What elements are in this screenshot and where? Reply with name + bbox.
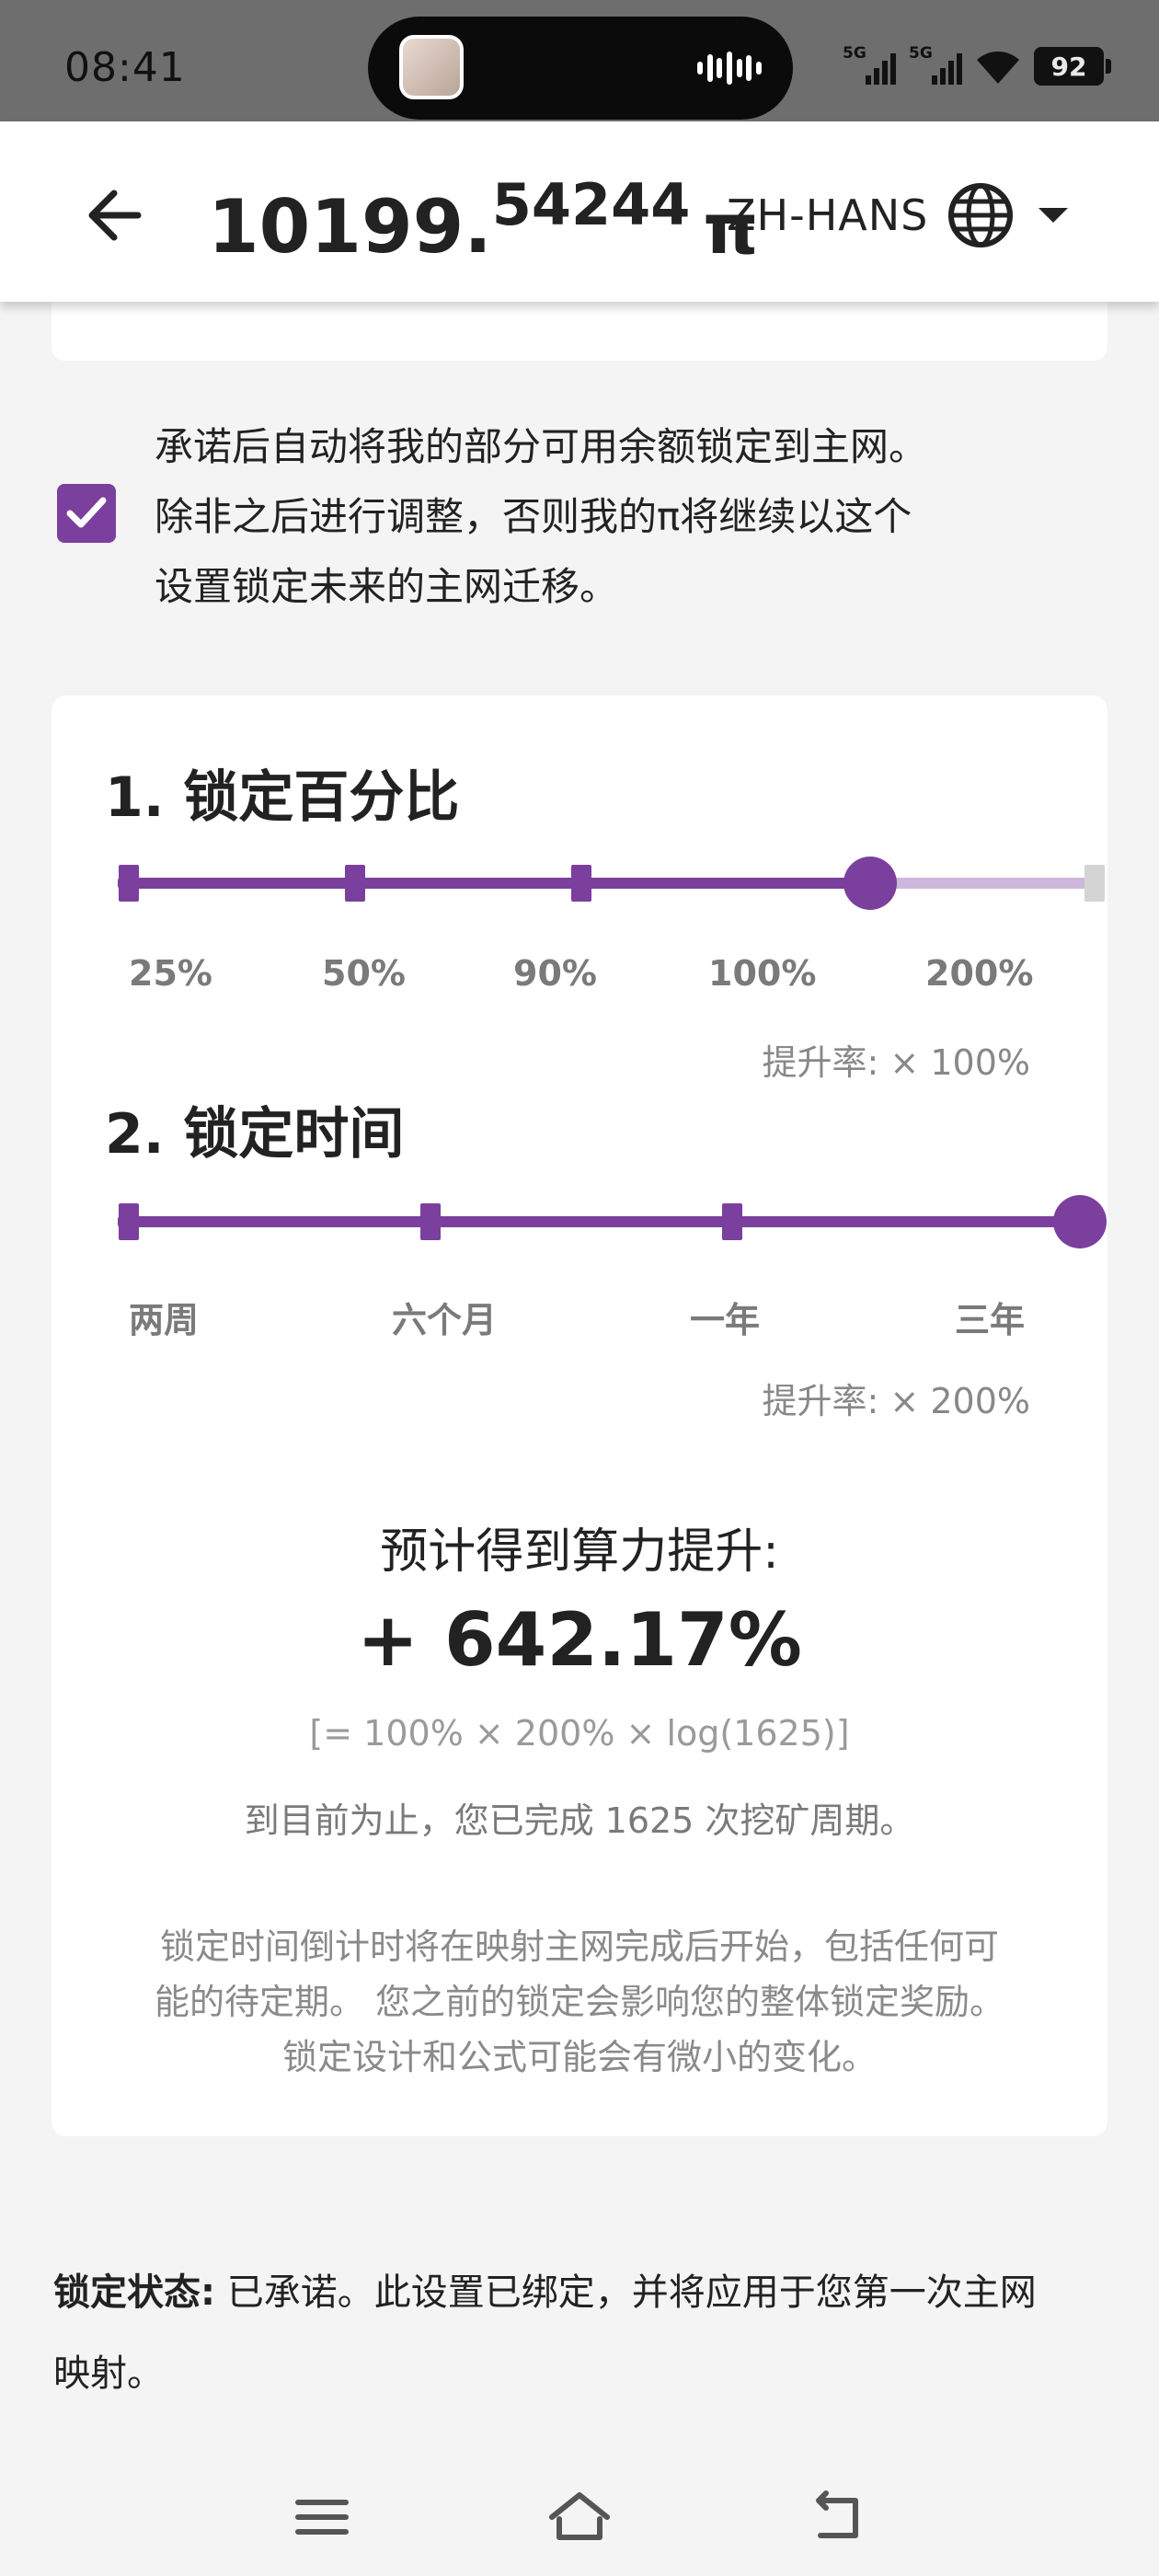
lock-percentage-slider[interactable]	[118, 856, 1105, 911]
checkmark-icon	[66, 497, 107, 528]
note-line: 能的待定期。 您之前的锁定会影响您的整体锁定奖励。	[154, 1982, 1005, 2022]
slider-stop[interactable]	[420, 1203, 441, 1240]
lock-status-text: 已承诺。此设置已绑定，并将应用于您第一次主网	[215, 2271, 1037, 2314]
commitment-line: 承诺后自动将我的部分可用余额锁定到主网。	[155, 424, 928, 469]
slider-thumb[interactable]	[843, 857, 897, 910]
slider-thumb[interactable]	[1053, 1195, 1107, 1248]
signal-icon-1: 5G	[843, 44, 896, 88]
pi-balance: 10199. 54244 π	[208, 167, 759, 270]
slider-option-label[interactable]: 100%	[708, 953, 816, 994]
chevron-down-icon	[1039, 208, 1069, 223]
lock-time-title: 2. 锁定时间	[105, 1102, 405, 1167]
slider-option-label[interactable]: 六个月	[392, 1292, 497, 1342]
estimate-value: + 642.17%	[357, 1597, 802, 1683]
lock-settings-card: 1. 锁定百分比 25% 50% 90% 100% 200% 提升率: × 100% 2…	[52, 696, 1107, 2136]
commitment-line: 除非之后进行调整，否则我的π将继续以这个	[155, 494, 912, 539]
balance-decimal: 54244	[491, 171, 691, 238]
slider-stop[interactable]	[722, 1203, 742, 1240]
lock-percentage-rate: 提升率: × 100%	[762, 1042, 1030, 1083]
slider-track-inactive	[870, 878, 1105, 889]
commitment-checkbox[interactable]	[57, 484, 116, 543]
language-label: ZH-HANS	[727, 190, 929, 240]
slider-option-label[interactable]: 三年	[955, 1292, 1025, 1342]
status-time: 08:41	[64, 44, 186, 91]
system-nav-bar	[0, 2447, 1159, 2576]
home-icon[interactable]	[543, 2480, 616, 2554]
lock-status: 锁定状态: 已承诺。此设置已绑定，并将应用于您第一次主网 映射。	[53, 2252, 1111, 2414]
note-line: 锁定设计和公式可能会有微小的变化。	[281, 2037, 877, 2077]
slider-option-label[interactable]: 一年	[690, 1292, 760, 1342]
slider-track-active	[118, 878, 870, 889]
media-thumbnail	[399, 35, 464, 99]
back-nav-icon[interactable]	[800, 2480, 874, 2554]
slider-option-label[interactable]: 25%	[129, 953, 212, 994]
slider-track-active	[118, 1216, 1080, 1227]
back-arrow-icon[interactable]	[81, 178, 155, 252]
slider-stop[interactable]	[571, 865, 591, 902]
note-line: 锁定时间倒计时将在映射主网完成后开始，包括任何可	[159, 1926, 999, 1967]
commitment-line: 设置锁定未来的主网迁移。	[155, 564, 619, 609]
lock-status-text-cont: 映射。	[53, 2352, 164, 2395]
slider-option-label[interactable]: 两周	[129, 1292, 199, 1342]
slider-stop[interactable]	[345, 865, 365, 902]
globe-icon	[948, 183, 1014, 247]
lock-percentage-title: 1. 锁定百分比	[105, 765, 460, 830]
lock-time-slider[interactable]	[118, 1194, 1107, 1249]
wifi-icon	[977, 52, 1019, 84]
slider-option-label[interactable]: 90%	[513, 953, 597, 994]
mining-cycles-text: 到目前为止，您已完成 1625 次挖矿周期。	[244, 1800, 915, 1841]
signal-icon-2: 5G	[909, 44, 962, 88]
estimate-formula: [= 100% × 200% × log(1625)]	[309, 1713, 850, 1754]
slider-stop[interactable]	[119, 1203, 139, 1240]
audio-wave-icon	[697, 52, 762, 85]
lock-note: 锁定时间倒计时将在映射主网完成后开始，包括任何可 能的待定期。 您之前的锁定会影…	[107, 1919, 1052, 2085]
battery-icon: 92	[1034, 47, 1111, 86]
slider-stop[interactable]	[119, 865, 139, 902]
estimate-label: 预计得到算力提升:	[380, 1524, 779, 1580]
commitment-text: 承诺后自动将我的部分可用余额锁定到主网。 除非之后进行调整，否则我的π将继续以这…	[155, 412, 1093, 622]
lock-time-rate: 提升率: × 200%	[762, 1381, 1030, 1421]
app-header: 10199. 54244 π ZH-HANS	[0, 121, 1159, 302]
language-selector[interactable]: ZH-HANS	[727, 178, 1070, 252]
slider-option-label[interactable]: 200%	[925, 953, 1033, 994]
balance-integer: 10199.	[208, 184, 492, 270]
status-bar: 08:41 5G 5G 92	[0, 0, 1159, 121]
status-icons: 5G 5G 92	[843, 39, 1111, 94]
slider-stop[interactable]	[1084, 865, 1105, 902]
lock-status-label: 锁定状态:	[53, 2271, 215, 2314]
menu-icon[interactable]	[285, 2480, 359, 2554]
slider-option-label[interactable]: 50%	[322, 953, 406, 994]
dynamic-island[interactable]	[368, 17, 793, 120]
